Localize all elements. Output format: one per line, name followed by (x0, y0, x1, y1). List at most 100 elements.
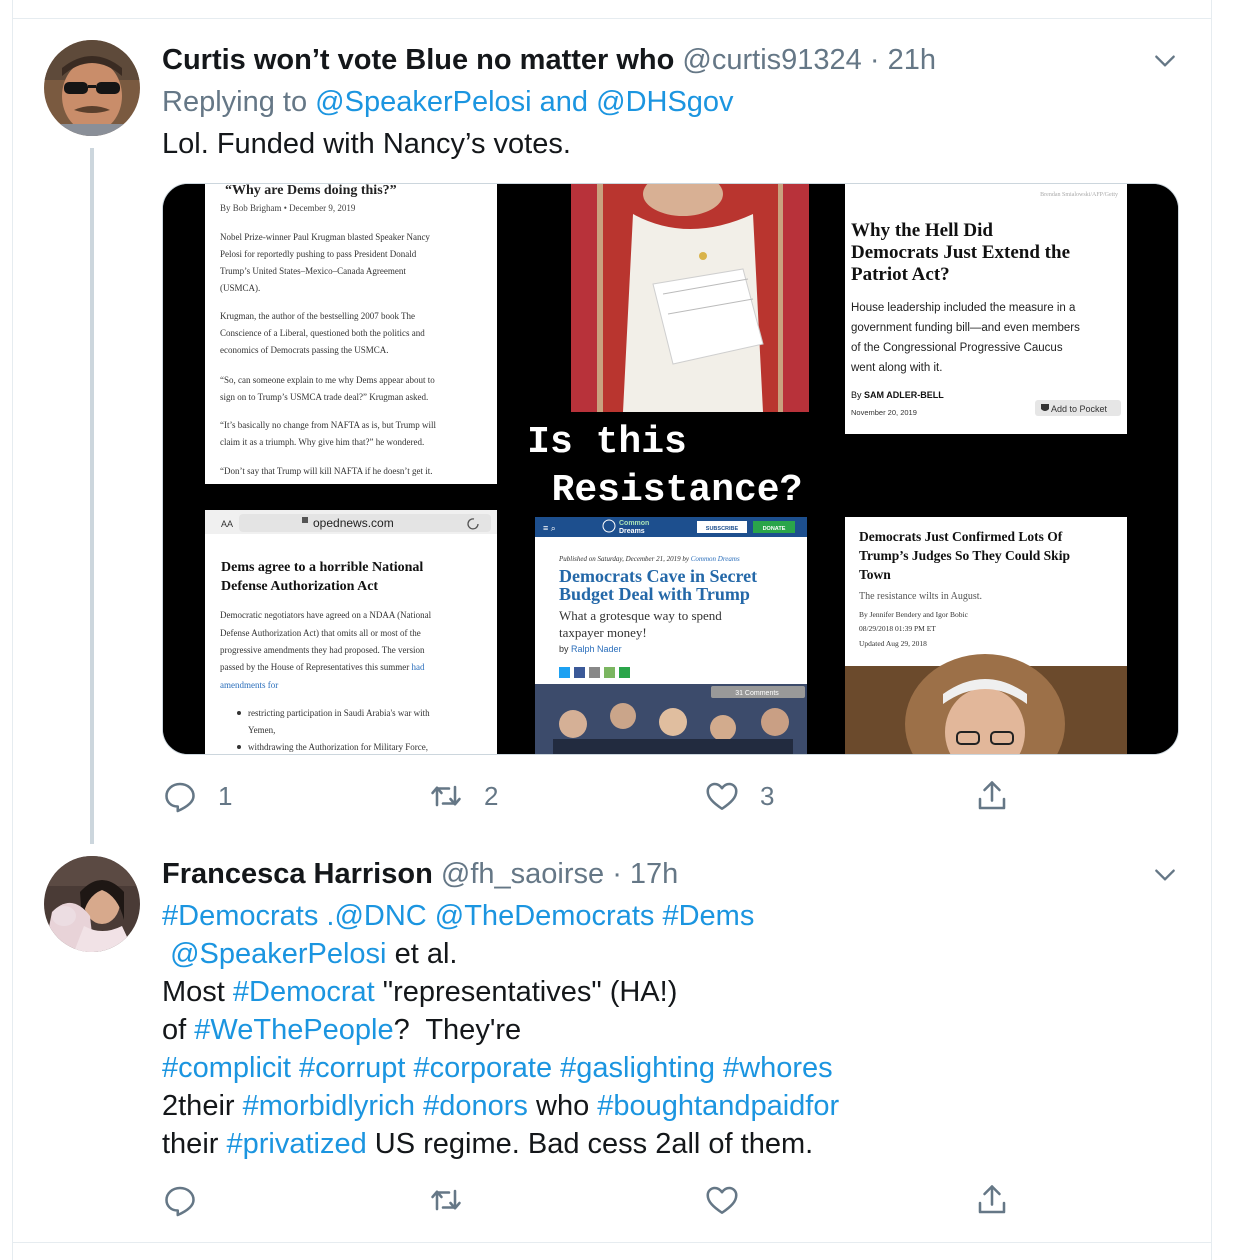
media-text: taxpayer money! (559, 625, 647, 640)
hashtag-link[interactable]: #whores (723, 1052, 833, 1084)
media-byline: by Ralph Nader (559, 644, 622, 654)
display-name[interactable]: Curtis won’t vote Blue no matter who (162, 44, 674, 76)
avatar-curtis[interactable] (44, 40, 140, 136)
like-icon (704, 778, 740, 814)
tweet-actions: 1 2 3 (162, 776, 1022, 816)
media-headline: Democrats Just Extend the (851, 242, 1070, 263)
reply-button[interactable]: 1 (162, 776, 232, 816)
hashtag-link[interactable]: #privatized (226, 1128, 366, 1160)
replying-to: Replying to @SpeakerPelosi and @DHSgov (162, 84, 734, 120)
timestamp[interactable]: 17h (630, 858, 678, 890)
media-pocket-label: Add to Pocket (1051, 404, 1108, 414)
hashtag-link[interactable]: #corrupt (299, 1052, 405, 1084)
media-text: House leadership included the measure in… (851, 302, 1076, 314)
media-photo-pelosi (571, 184, 809, 412)
timestamp[interactable]: 21h (888, 44, 936, 76)
tweet-text-segment: Most (162, 976, 233, 1008)
share-button[interactable] (974, 776, 1010, 816)
hashtag-link[interactable]: #Democrat (233, 976, 375, 1008)
media-logo: Common (619, 520, 649, 527)
mention-link[interactable]: @DHSgov (596, 86, 733, 118)
media-date: Updated Aug 29, 2018 (859, 639, 927, 648)
media-text: Krugman, the author of the bestselling 2… (220, 311, 415, 321)
reply-count: 1 (218, 780, 233, 811)
media-headline: Dems agree to a horrible National (221, 560, 423, 575)
media-text: What a grotesque way to spend (559, 608, 722, 623)
display-name[interactable]: Francesca Harrison (162, 858, 433, 890)
share-icon (974, 778, 1010, 814)
hashtag-link[interactable]: #donors (423, 1090, 528, 1122)
divider (12, 18, 1212, 19)
tweet-text-segment: 2their (162, 1090, 243, 1122)
hashtag-link[interactable]: #corporate (413, 1052, 552, 1084)
retweet-button[interactable]: 2 (428, 776, 498, 816)
media-subscribe: SUBSCRIBE (706, 526, 739, 532)
reply-icon (162, 778, 198, 814)
handle[interactable]: @curtis91324 (682, 44, 861, 76)
separator: · (612, 858, 622, 890)
tweet-text-line: #Democrats .@DNC @TheDemocrats #Dems (162, 897, 754, 935)
reply-icon (162, 1182, 198, 1218)
mention-link[interactable]: @SpeakerPelosi (315, 86, 531, 118)
media-published: Published on Saturday, December 21, 2019… (558, 555, 740, 563)
thread-connector (90, 148, 94, 844)
retweet-icon (428, 778, 464, 814)
hashtag-link[interactable]: #Democrats (162, 900, 318, 932)
tweet-media-image[interactable]: “Why are Dems doing this?” By Bob Brigha… (162, 183, 1179, 755)
media-text: claim it as a triumph. Why give him that… (220, 437, 424, 447)
tweet-text-line: 2their #morbidlyrich #donors who #bought… (162, 1087, 839, 1125)
chevron-down-icon[interactable] (1152, 862, 1178, 888)
avatar-francesca[interactable] (44, 856, 140, 952)
media-text: Yemen, (248, 725, 275, 735)
media-text: restricting participation in Saudi Arabi… (248, 708, 430, 718)
retweet-button[interactable] (428, 1180, 464, 1220)
media-article-krugman: “Why are Dems doing this?” By Bob Brigha… (205, 184, 497, 484)
hashtag-link[interactable]: #boughtandpaidfor (597, 1090, 839, 1122)
tweet-text: Lol. Funded with Nancy’s votes. (162, 128, 571, 160)
tweet-text-segment (291, 1052, 299, 1084)
media-photo-credit: Brendan Smialowski/AFP/Getty (1040, 192, 1118, 198)
hashtag-link[interactable]: #complicit (162, 1052, 291, 1084)
handle[interactable]: @fh_saoirse (441, 858, 604, 890)
mention-link[interactable]: @TheDemocrats (435, 900, 655, 932)
tweet-text-segment: who (527, 1090, 598, 1122)
hashtag-link[interactable]: #Dems (662, 900, 754, 932)
media-headline: Defense Authorization Act (221, 579, 378, 594)
media-text: withdrawing the Authorization for Milita… (248, 742, 428, 752)
media-text: The resistance wilts in August. (859, 591, 982, 602)
media-text: sign on to Trump’s USMCA trade deal?” Kr… (220, 392, 428, 402)
tweet-text-line: #complicit #corrupt #corporate #gaslight… (162, 1049, 833, 1087)
media-article-ndaa: AA opednews.com Dems agree to a horrible… (205, 510, 497, 754)
media-byline: By SAM ADLER-BELL (851, 390, 944, 400)
media-byline: By Jennifer Bendery and Igor Bobic (859, 610, 969, 619)
share-icon (974, 1182, 1010, 1218)
media-text: “Don’t say that Trump will kill NAFTA if… (220, 466, 432, 476)
hashtag-link[interactable]: #gaslighting (560, 1052, 715, 1084)
media-logo: Dreams (619, 528, 645, 535)
mention-link[interactable]: .@DNC (326, 900, 426, 932)
media-text: economics of Democrats passing the USMCA… (220, 345, 388, 355)
tweet-text-line: of #WeThePeople? They're (162, 1011, 521, 1049)
tweet-text-segment (427, 900, 435, 932)
tweet-text-segment (552, 1052, 560, 1084)
hashtag-link[interactable]: #morbidlyrich (243, 1090, 415, 1122)
media-text: Conscience of a Liberal, questioned both… (220, 328, 425, 338)
like-count: 3 (760, 780, 775, 811)
tweet-text-line: their #privatized US regime. Bad cess 2a… (162, 1125, 813, 1163)
reply-button[interactable] (162, 1180, 198, 1220)
tweet-text-segment (415, 1090, 423, 1122)
hashtag-link[interactable]: #WeThePeople (194, 1014, 393, 1046)
chevron-down-icon[interactable] (1152, 48, 1178, 74)
media-article-judges: Democrats Just Confirmed Lots Of Trump’s… (845, 517, 1127, 754)
share-button[interactable] (974, 1180, 1010, 1220)
media-text: went along with it. (850, 362, 942, 374)
media-date: November 20, 2019 (851, 408, 917, 417)
like-button[interactable]: 3 (704, 776, 774, 816)
like-button[interactable] (704, 1180, 740, 1220)
media-headline: Town (859, 567, 891, 582)
media-text: Democratic negotiators have agreed on a … (220, 610, 432, 620)
mention-link[interactable]: @SpeakerPelosi (170, 938, 386, 970)
media-comments: 31 Comments (735, 690, 779, 697)
media-headline: Why the Hell Did (851, 220, 993, 241)
media-headline: Trump’s Judges So They Could Skip (859, 548, 1070, 563)
